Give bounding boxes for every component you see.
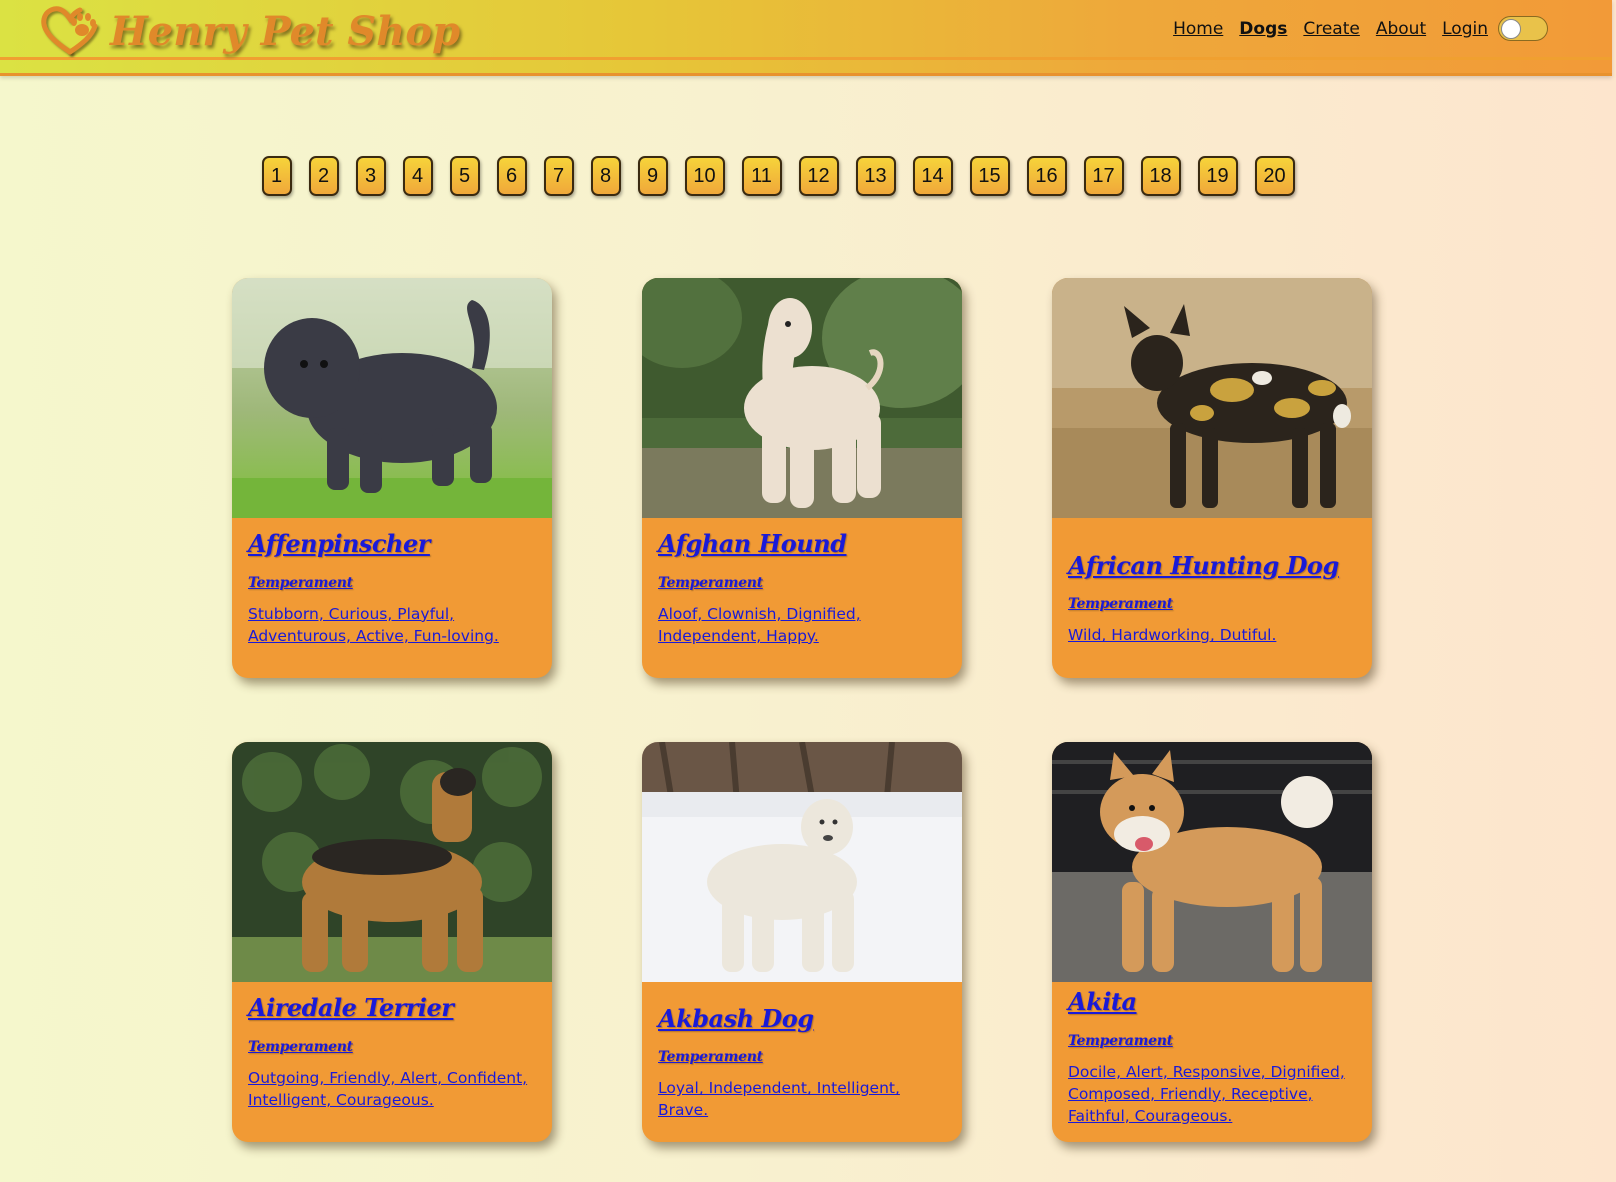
dog-name[interactable]: Affenpinscher: [248, 529, 536, 559]
dog-card[interactable]: Airedale Terrier Temperament Outgoing, F…: [232, 742, 552, 1142]
nav-link-about[interactable]: About: [1376, 19, 1426, 39]
temperament-list: Docile, Alert, Responsive, Dignified, Co…: [1068, 1062, 1345, 1125]
nav-link-home[interactable]: Home: [1173, 19, 1223, 39]
page-button-3[interactable]: 3: [355, 156, 386, 196]
page-button-15[interactable]: 15: [969, 156, 1010, 196]
theme-toggle[interactable]: [1498, 16, 1548, 41]
dog-photo[interactable]: [232, 742, 552, 982]
dog-card[interactable]: Akita Temperament Docile, Alert, Respons…: [1052, 742, 1372, 1142]
temperament-label: Temperament: [248, 1038, 353, 1055]
dog-photo[interactable]: [642, 742, 962, 982]
page-button-5[interactable]: 5: [449, 156, 480, 196]
temperament-label: Temperament: [1068, 1032, 1173, 1049]
dog-card-grid: Affenpinscher Temperament Stubborn, Curi…: [232, 278, 1372, 1142]
heart-paw-icon: [41, 6, 98, 55]
dog-photo[interactable]: [232, 278, 552, 518]
temperament-list: Aloof, Clownish, Dignified, Independent,…: [658, 604, 861, 645]
main-nav: Home Dogs Create About Login: [1173, 16, 1548, 41]
temperament-list: Stubborn, Curious, Playful, Adventurous,…: [248, 604, 499, 645]
page-button-19[interactable]: 19: [1197, 156, 1238, 196]
dog-card[interactable]: Akbash Dog Temperament Loyal, Independen…: [642, 742, 962, 1142]
temperament-label: Temperament: [658, 1049, 763, 1066]
page-button-4[interactable]: 4: [402, 156, 433, 196]
page-button-17[interactable]: 17: [1083, 156, 1124, 196]
page-button-10[interactable]: 10: [684, 156, 725, 196]
dog-card[interactable]: Afghan Hound Temperament Aloof, Clownish…: [642, 278, 962, 678]
nav-link-dogs[interactable]: Dogs: [1239, 19, 1287, 39]
dog-photo[interactable]: [1052, 742, 1372, 982]
temperament-label: Temperament: [658, 574, 763, 591]
temperament-label: Temperament: [1068, 596, 1173, 613]
page-button-11[interactable]: 11: [741, 156, 782, 196]
page-button-9[interactable]: 9: [637, 156, 668, 196]
page-button-6[interactable]: 6: [496, 156, 527, 196]
page-button-20[interactable]: 20: [1254, 156, 1295, 196]
brand[interactable]: Henry Pet Shop: [38, 2, 460, 60]
page-button-16[interactable]: 16: [1026, 156, 1067, 196]
dog-name[interactable]: African Hunting Dog: [1068, 551, 1356, 581]
temperament-list: Loyal, Independent, Intelligent, Brave.: [658, 1079, 900, 1120]
dog-name[interactable]: Akita: [1068, 987, 1356, 1017]
page-button-13[interactable]: 13: [855, 156, 896, 196]
page-button-2[interactable]: 2: [308, 156, 339, 196]
page-button-8[interactable]: 8: [590, 156, 621, 196]
dog-card[interactable]: Affenpinscher Temperament Stubborn, Curi…: [232, 278, 552, 678]
dog-card[interactable]: African Hunting Dog Temperament Wild, Ha…: [1052, 278, 1372, 678]
temperament-list: Wild, Hardworking, Dutiful.: [1068, 626, 1277, 645]
page-button-14[interactable]: 14: [912, 156, 953, 196]
page-button-7[interactable]: 7: [543, 156, 574, 196]
dog-photo[interactable]: [642, 278, 962, 518]
nav-link-login[interactable]: Login: [1442, 19, 1488, 39]
site-title: Henry Pet Shop: [110, 7, 461, 55]
temperament-list: Outgoing, Friendly, Alert, Confident, In…: [248, 1068, 528, 1109]
page-button-18[interactable]: 18: [1140, 156, 1181, 196]
dog-name[interactable]: Airedale Terrier: [248, 993, 536, 1023]
site-header: Henry Pet Shop Home Dogs Create About Lo…: [0, 0, 1612, 76]
pagination: 1 2 3 4 5 6 7 8 9 10 11 12 13 14 15 16 1…: [0, 156, 1616, 196]
dog-name[interactable]: Afghan Hound: [658, 529, 946, 559]
toggle-knob: [1501, 19, 1521, 39]
dog-name[interactable]: Akbash Dog: [658, 1004, 946, 1034]
nav-link-create[interactable]: Create: [1303, 19, 1360, 39]
page-button-12[interactable]: 12: [798, 156, 839, 196]
temperament-label: Temperament: [248, 574, 353, 591]
dog-photo[interactable]: [1052, 278, 1372, 518]
page-button-1[interactable]: 1: [261, 156, 292, 196]
